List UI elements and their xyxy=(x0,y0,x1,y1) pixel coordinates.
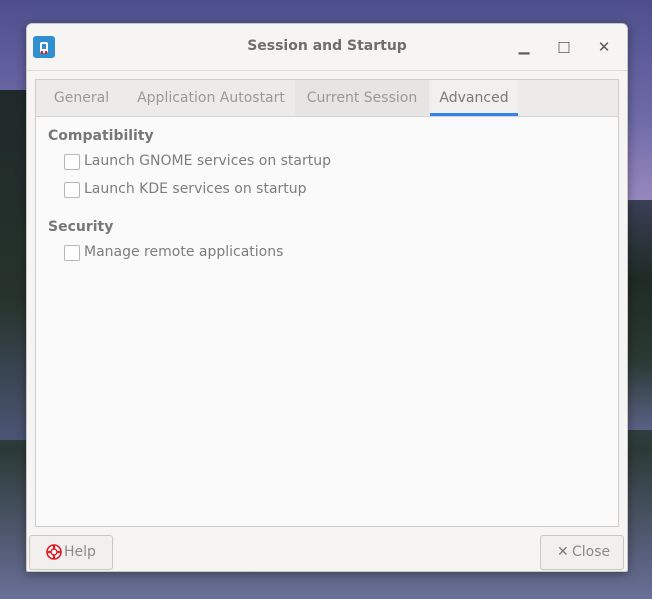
tab-application-autostart[interactable]: Application Autostart xyxy=(127,80,295,116)
tab-general[interactable]: General xyxy=(36,80,127,116)
manage-remote-applications-checkbox[interactable] xyxy=(64,245,80,261)
gnome-services-label[interactable]: Launch GNOME services on startup xyxy=(84,153,331,169)
session-startup-window: Session and Startup ▁ □ ✕ General Applic… xyxy=(26,23,628,572)
window-title: Session and Startup xyxy=(247,38,407,54)
manage-remote-applications-label[interactable]: Manage remote applications xyxy=(84,244,283,260)
desktop-background-trees-right xyxy=(624,200,652,430)
tab-advanced[interactable]: Advanced xyxy=(430,80,518,116)
tab-bar: General Application Autostart Current Se… xyxy=(36,80,618,117)
kde-services-checkbox[interactable] xyxy=(64,182,80,198)
help-label: Help xyxy=(64,544,96,560)
close-icon: ✕ xyxy=(557,544,569,560)
titlebar[interactable]: Session and Startup ▁ □ ✕ xyxy=(27,24,627,71)
compatibility-section-title: Compatibility xyxy=(48,128,154,144)
close-label: Close xyxy=(572,544,611,560)
security-section-title: Security xyxy=(48,219,114,235)
help-button[interactable]: Help xyxy=(29,535,113,570)
settings-notebook: General Application Autostart Current Se… xyxy=(35,79,619,527)
window-close-button[interactable]: ✕ xyxy=(593,36,615,58)
desktop-background-trees-left xyxy=(0,90,28,440)
maximize-button[interactable]: □ xyxy=(553,36,575,58)
tab-current-session[interactable]: Current Session xyxy=(295,80,429,116)
minimize-button[interactable]: ▁ xyxy=(513,36,535,58)
kde-services-label[interactable]: Launch KDE services on startup xyxy=(84,181,307,197)
close-button[interactable]: ✕ Close xyxy=(540,535,624,570)
gnome-services-checkbox[interactable] xyxy=(64,154,80,170)
help-lifebuoy-icon xyxy=(46,544,62,564)
